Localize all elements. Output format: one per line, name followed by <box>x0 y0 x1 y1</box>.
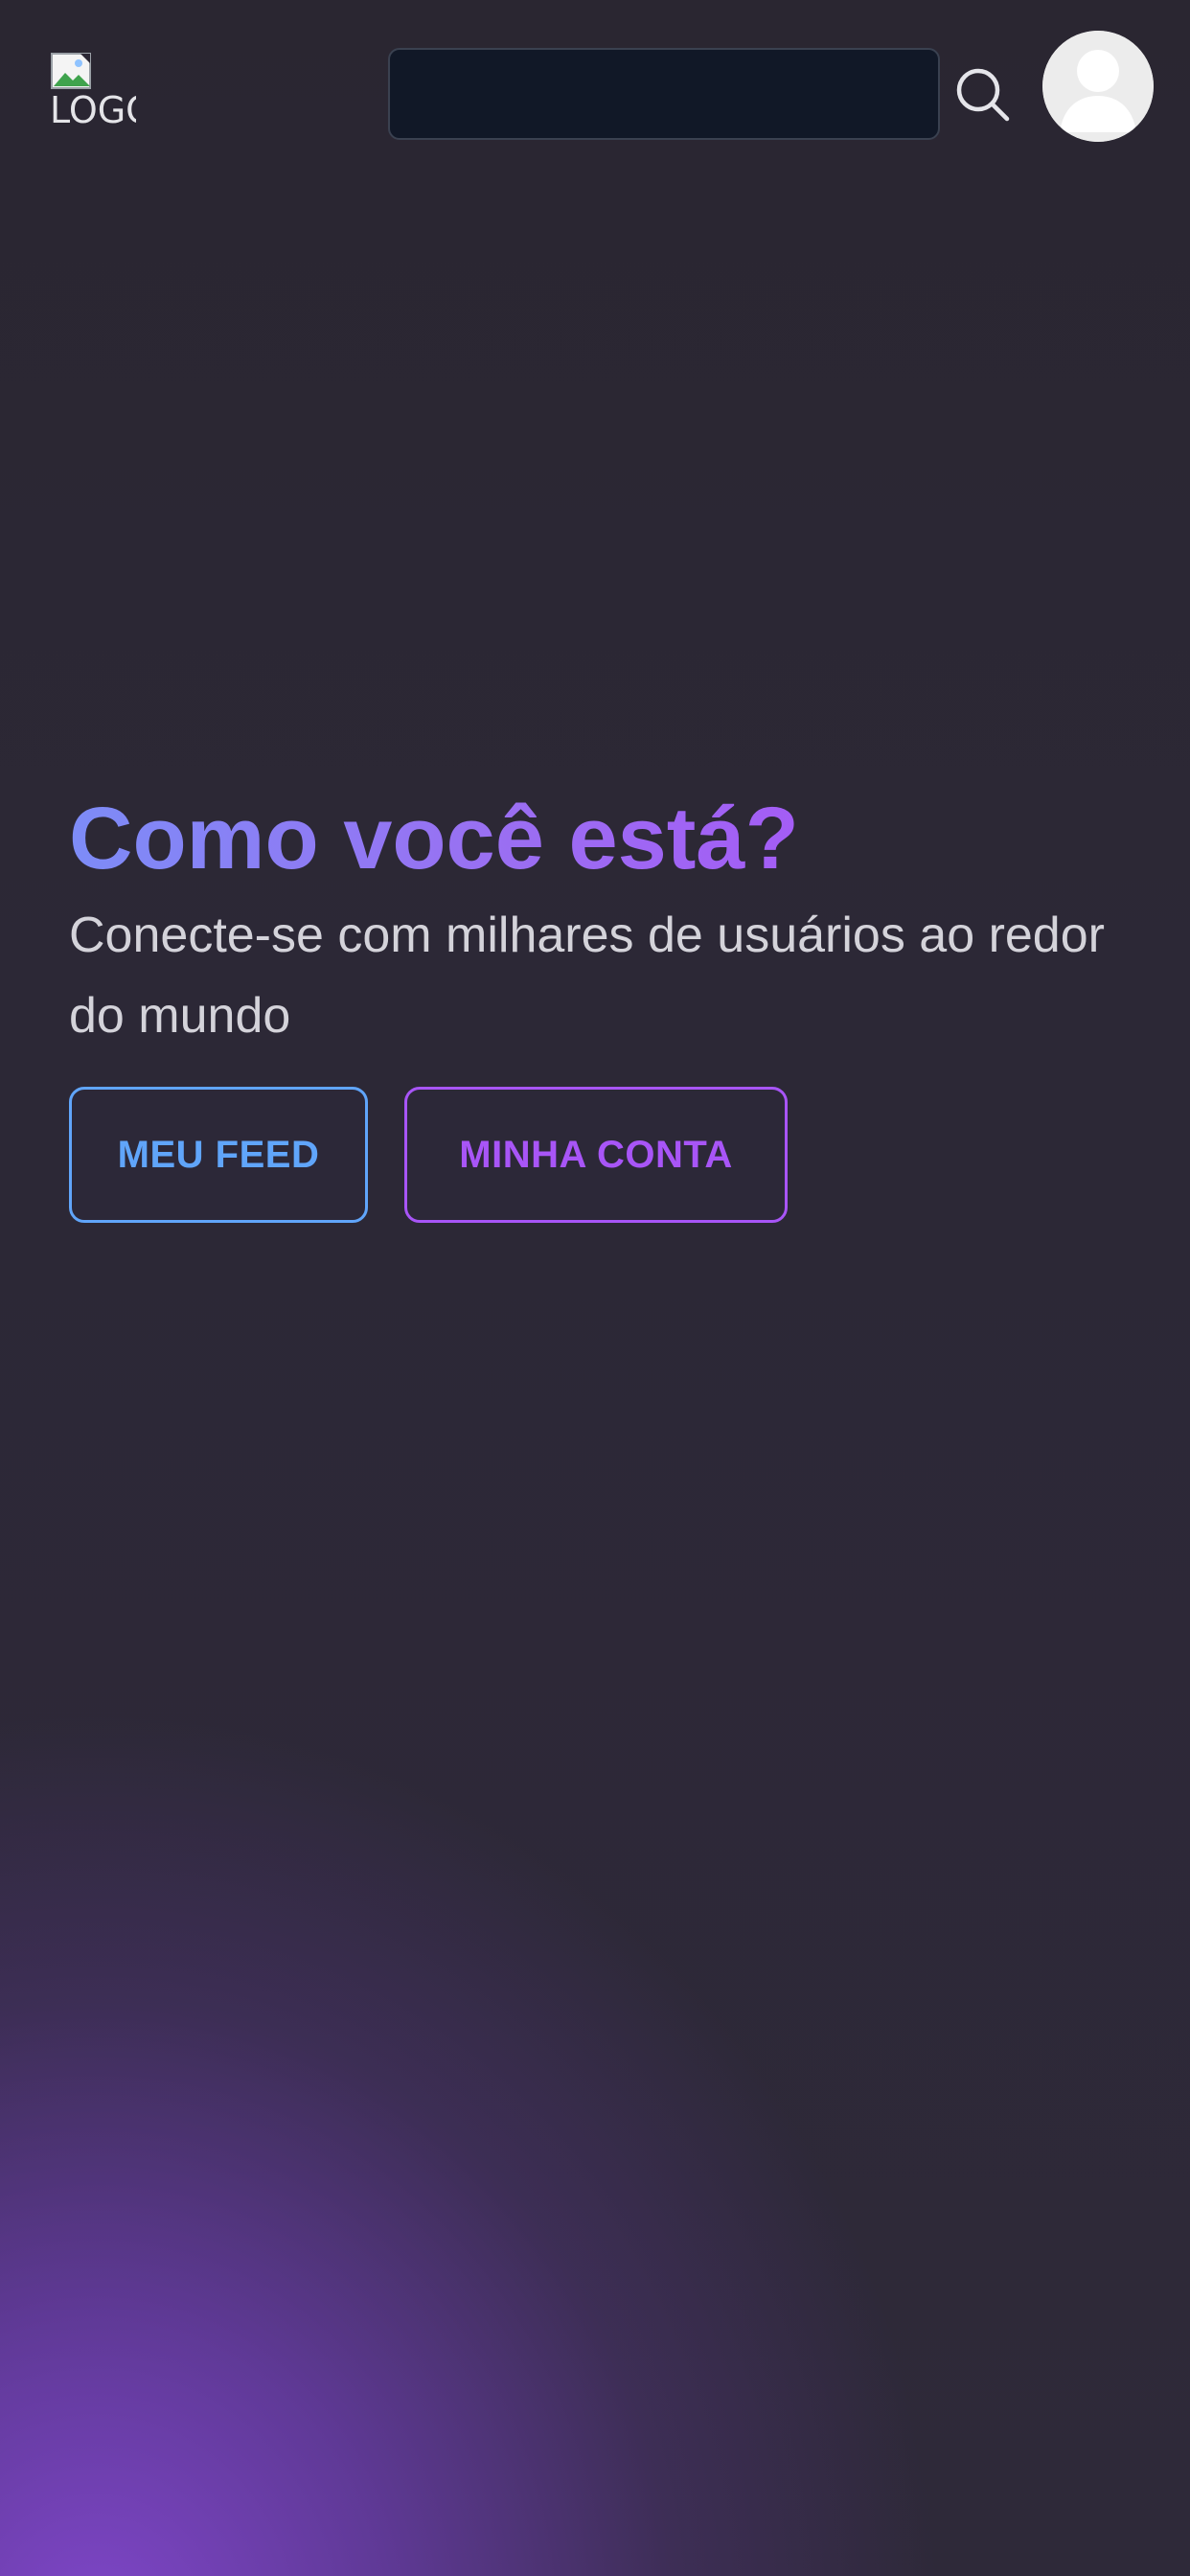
my-feed-button[interactable]: MEU FEED <box>69 1087 368 1223</box>
page-title: Como você está? <box>69 786 1142 891</box>
my-account-button[interactable]: MINHA CONTA <box>404 1087 788 1223</box>
search-icon[interactable] <box>953 65 1013 125</box>
user-avatar-icon <box>1042 31 1154 142</box>
search-input[interactable] <box>388 48 940 140</box>
hero-actions: MEU FEED MINHA CONTA <box>69 1087 788 1223</box>
logo-link[interactable]: LOGO <box>48 50 136 132</box>
hero-subtitle: Conecte-se com milhares de usuários ao r… <box>69 908 1105 1044</box>
broken-image-icon <box>51 53 91 89</box>
top-bar: LOGO <box>0 0 1190 172</box>
hero-section: Como você está? Conecte-se com milhares … <box>69 786 1142 1056</box>
logo-alt-text: LOGO <box>50 89 136 131</box>
user-avatar[interactable] <box>1042 31 1154 142</box>
